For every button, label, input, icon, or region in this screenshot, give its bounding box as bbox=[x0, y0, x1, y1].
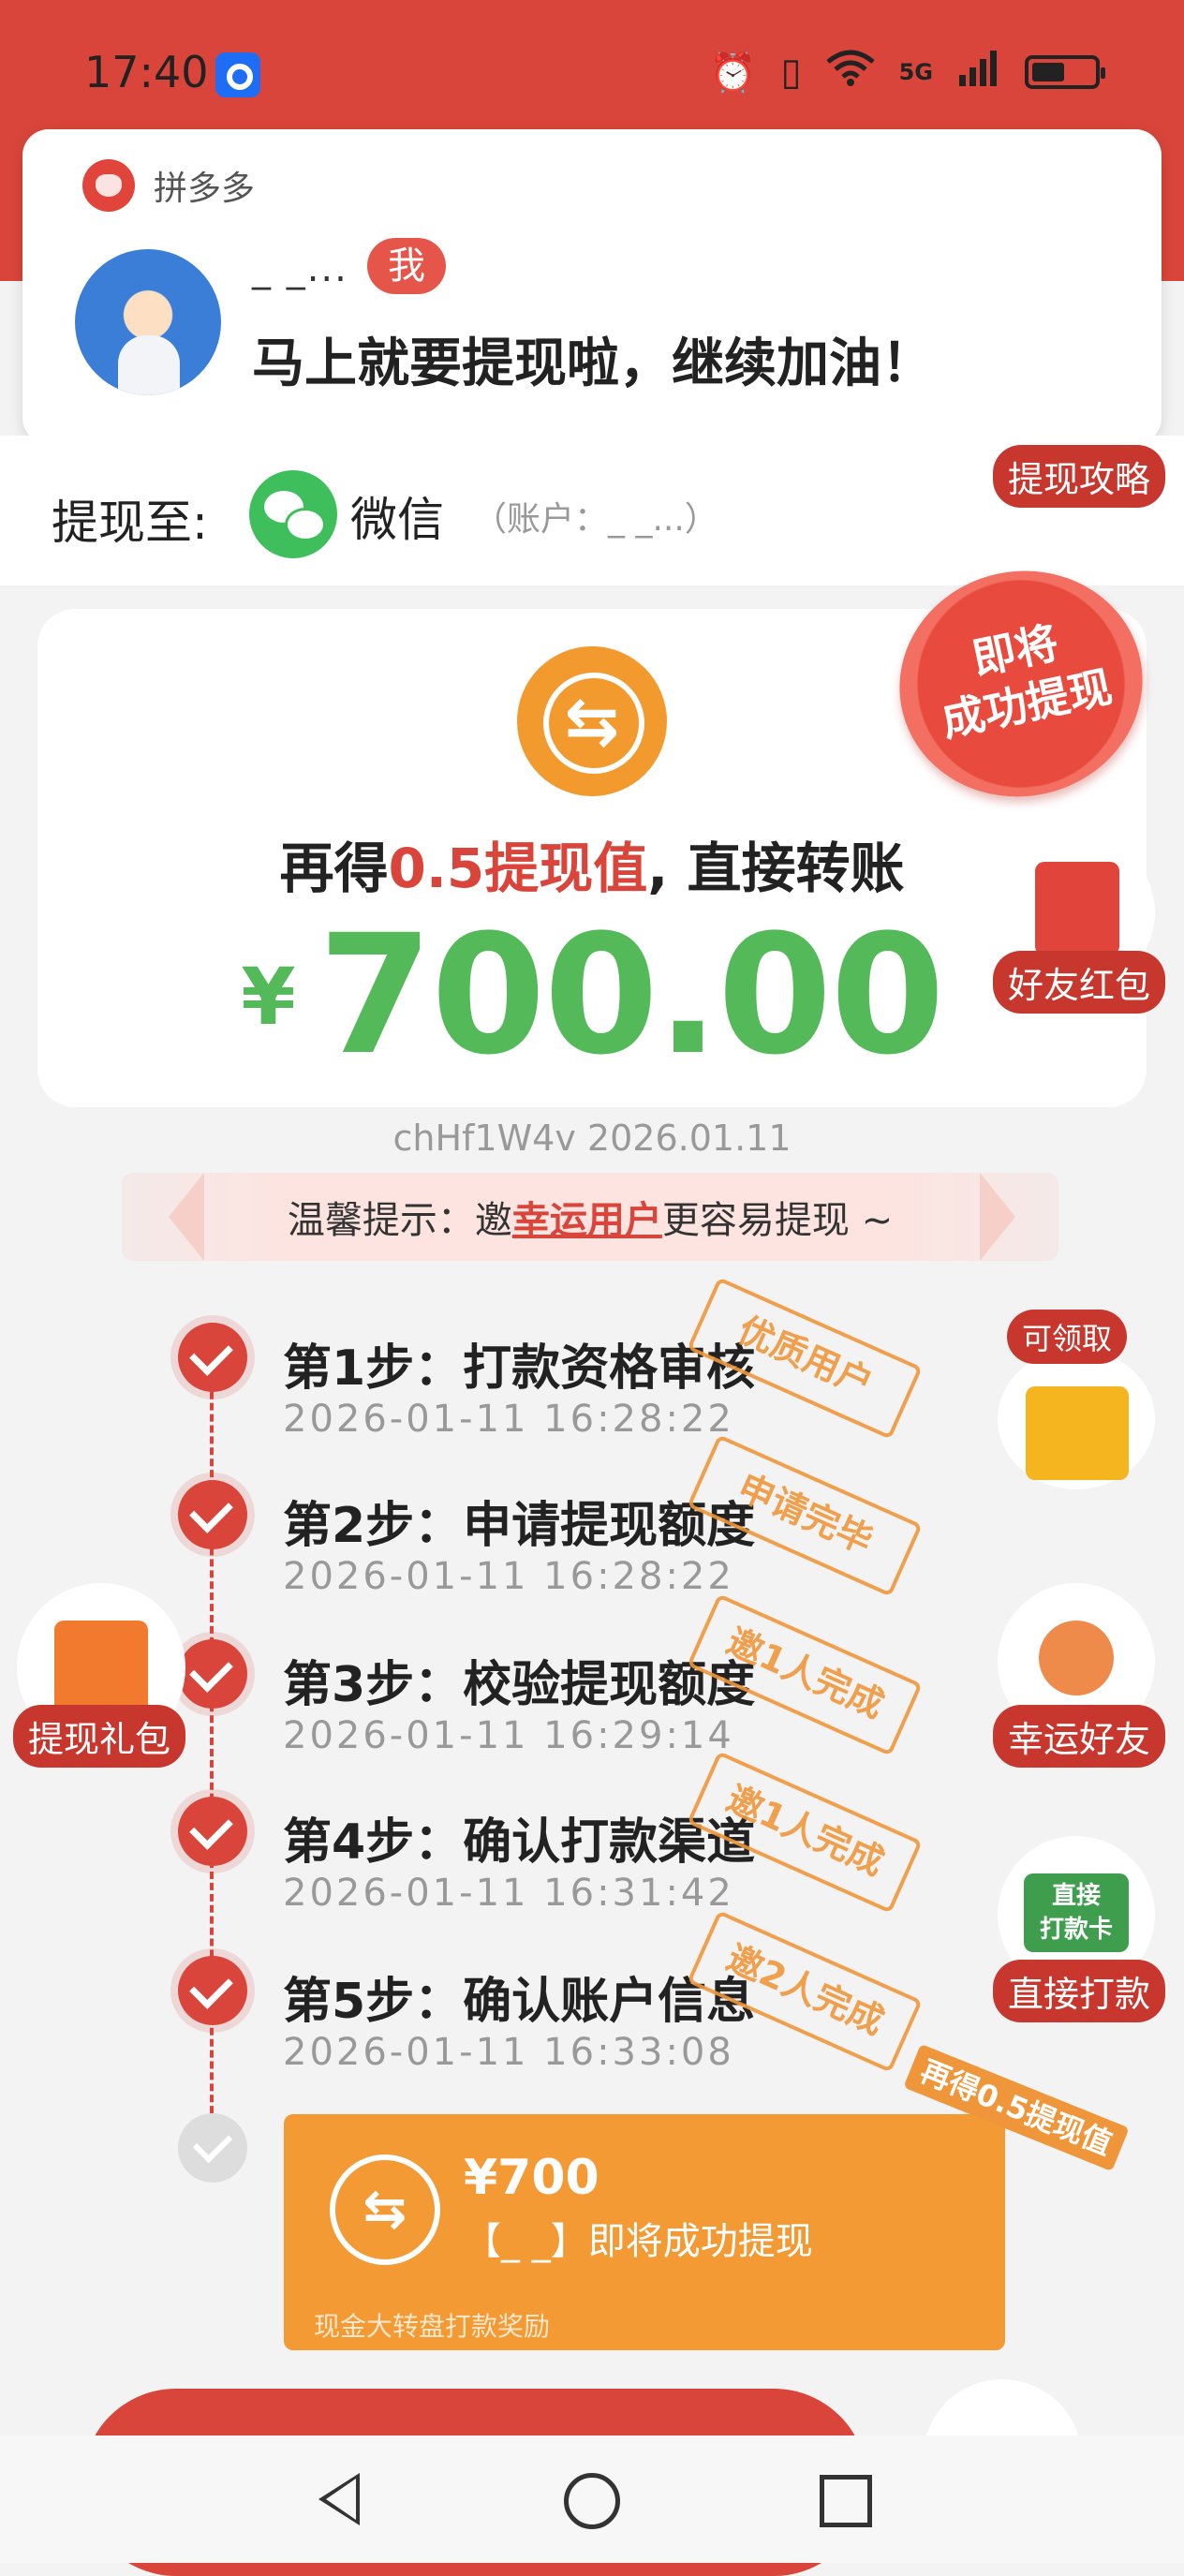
withdraw-to-label: 提现至: bbox=[52, 496, 208, 550]
caption-prefix: 再得 bbox=[279, 836, 389, 900]
withdraw-method: 微信 bbox=[350, 493, 444, 547]
avatar bbox=[75, 249, 221, 395]
direct-card-line1: 直接 bbox=[1051, 1882, 1101, 1910]
gift-pack-button[interactable]: 提现礼包 bbox=[13, 1705, 186, 1768]
lucky-friend-button[interactable]: 幸运好友 bbox=[993, 1705, 1166, 1768]
status-time: 17:40 bbox=[84, 47, 209, 97]
step6-pending-check-icon bbox=[178, 2113, 247, 2183]
notification-message: 马上就要提现啦，继续加油！ bbox=[252, 333, 934, 394]
status-bar: 17:40 ⏰ ▯ 5G bbox=[0, 0, 1184, 150]
account-label: （账户：_ _...） bbox=[473, 500, 718, 539]
amount-display: ¥700.00 bbox=[37, 899, 1147, 1091]
step5-check-icon bbox=[178, 1956, 247, 2025]
step1-check-icon bbox=[178, 1323, 247, 1392]
caption-suffix: , 直接转账 bbox=[647, 836, 905, 900]
notification-app-name: 拼多多 bbox=[154, 170, 256, 208]
step2-time: 2026-01-11 16:28:22 bbox=[283, 1555, 734, 1598]
gift-box-icon bbox=[54, 1621, 148, 1714]
step5-title: 第5步：确认账户信息 bbox=[283, 1974, 756, 2030]
direct-card-line2: 打款卡 bbox=[1039, 1916, 1113, 1944]
notification-user-name: _ _... bbox=[252, 247, 348, 290]
transfer-arrows-icon: ⇆ bbox=[564, 683, 620, 760]
currency-symbol: ¥ bbox=[241, 951, 296, 1043]
notification-card[interactable]: 拼多多 _ _... 我 马上就要提现啦，继续加油！ bbox=[22, 129, 1162, 444]
pending-text: 【_ _】即将成功提现 bbox=[464, 2220, 813, 2263]
status-icons: ⏰ ▯ 5G bbox=[709, 49, 1105, 96]
me-badge: 我 bbox=[367, 238, 446, 294]
wechat-icon bbox=[249, 470, 337, 558]
step3-check-icon bbox=[178, 1639, 247, 1709]
app-notification-icon bbox=[215, 52, 260, 97]
wifi-icon bbox=[825, 49, 875, 96]
network-type: 5G bbox=[898, 59, 933, 85]
amount-caption: 再得0.5提现值, 直接转账 bbox=[37, 824, 1147, 903]
vibrate-icon: ▯ bbox=[780, 51, 802, 94]
step4-time: 2026-01-11 16:31:42 bbox=[283, 1872, 734, 1915]
amount-value: 700.00 bbox=[318, 899, 945, 1091]
signal-icon bbox=[957, 49, 1000, 96]
claimable-card[interactable] bbox=[998, 1349, 1155, 1489]
strategy-button[interactable]: 提现攻略 bbox=[993, 445, 1166, 508]
step4-title: 第4步：确认打款渠道 bbox=[283, 1814, 756, 1871]
step5-time: 2026-01-11 16:33:08 bbox=[283, 2031, 734, 2074]
pending-amount: ¥700 bbox=[464, 2150, 599, 2206]
claimable-badge: 可领取 bbox=[1007, 1310, 1128, 1364]
step3-time: 2026-01-11 16:29:14 bbox=[283, 1714, 734, 1757]
step1-time: 2026-01-11 16:28:22 bbox=[283, 1398, 734, 1441]
tip-highlight-link[interactable]: 幸运用户 bbox=[512, 1199, 662, 1242]
tip-prefix: 温馨提示：邀 bbox=[287, 1199, 512, 1242]
pending-footer: 现金大转盘打款奖励 bbox=[314, 2311, 551, 2342]
back-icon[interactable] bbox=[318, 2473, 360, 2525]
direct-pay-button[interactable]: 直接打款 bbox=[993, 1960, 1166, 2022]
battery-icon bbox=[1025, 55, 1105, 89]
share-icon bbox=[1026, 1386, 1129, 1480]
home-icon[interactable] bbox=[564, 2473, 620, 2529]
friend-red-packet-button[interactable]: 好友红包 bbox=[993, 951, 1166, 1014]
step2-title: 第2步：申请提现额度 bbox=[283, 1498, 756, 1554]
step2-check-icon bbox=[178, 1480, 247, 1549]
recent-apps-icon[interactable] bbox=[820, 2475, 872, 2527]
step1-title: 第1步：打款资格审核 bbox=[283, 1340, 756, 1397]
alarm-icon: ⏰ bbox=[709, 51, 757, 95]
step4-check-icon bbox=[178, 1797, 247, 1866]
pinduoduo-logo-icon bbox=[82, 159, 135, 212]
red-packet-icon bbox=[1035, 862, 1119, 955]
tip-suffix: 更容易提现 ~ bbox=[661, 1199, 894, 1242]
record-id: chHf1W4v 2026.01.11 bbox=[392, 1118, 792, 1159]
step3-title: 第3步：校验提现额度 bbox=[283, 1657, 756, 1713]
caption-highlight: 0.5提现值 bbox=[388, 836, 648, 900]
tip-text: 温馨提示：邀幸运用户更容易提现 ~ bbox=[122, 1190, 1058, 1244]
lucky-friend-icon bbox=[1039, 1621, 1114, 1695]
transfer-arrows-icon-small: ⇆ bbox=[363, 2179, 407, 2240]
direct-pay-card-icon: 直接 打款卡 bbox=[1024, 1873, 1129, 1952]
